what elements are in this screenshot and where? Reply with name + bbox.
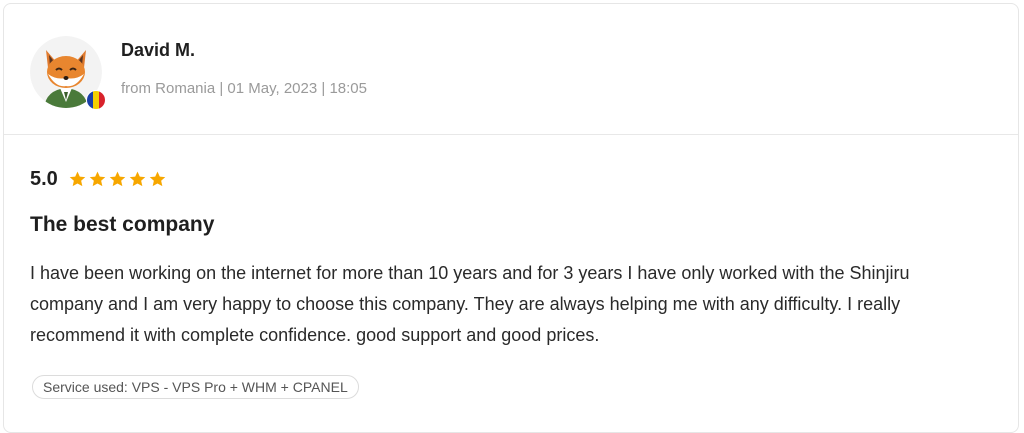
star-icon bbox=[68, 170, 87, 189]
review-body: I have been working on the internet for … bbox=[30, 263, 910, 345]
romania-flag-icon bbox=[86, 90, 106, 110]
service-tag: Service used: VPS - VPS Pro + WHM + CPAN… bbox=[32, 375, 359, 399]
star-icon bbox=[148, 170, 167, 189]
star-icon bbox=[108, 170, 127, 189]
star-icon bbox=[88, 170, 107, 189]
rating-score: 5.0 bbox=[30, 168, 58, 190]
author-name: David M. bbox=[121, 40, 196, 60]
review-title: The best company bbox=[30, 213, 215, 236]
review-header: David M. from Romania | 01 May, 2023 | 1… bbox=[4, 4, 1018, 135]
rating-row: 5.0 bbox=[30, 168, 167, 191]
star-rating bbox=[68, 170, 167, 189]
review-meta: from Romania | 01 May, 2023 | 18:05 bbox=[121, 80, 367, 97]
review-card: David M. from Romania | 01 May, 2023 | 1… bbox=[3, 3, 1019, 433]
star-icon bbox=[128, 170, 147, 189]
